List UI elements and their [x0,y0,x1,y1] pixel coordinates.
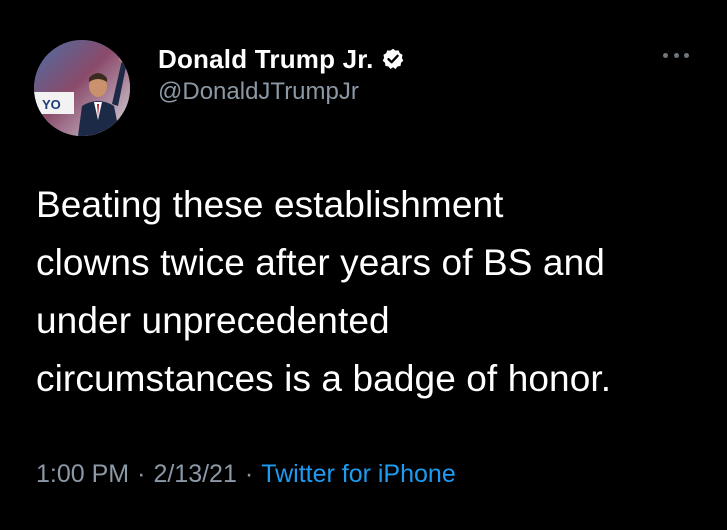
more-horizontal-icon-dot [673,52,679,58]
tweet-source-link[interactable]: Twitter for iPhone [261,460,456,488]
tweet-date[interactable]: 2/13/21 [153,460,236,488]
tweet-card: YO Donald Trump Jr. @DonaldJTrumpJr Beat… [0,0,727,530]
tweet-meta: 1:00 PM · 2/13/21 · Twitter for iPhone [36,460,456,489]
tweet-text-line: clowns twice after years of BS and [36,242,605,283]
avatar-sign-text: YO [42,97,61,112]
meta-separator: · [244,460,254,488]
more-options-button[interactable] [663,50,689,60]
more-horizontal-icon-dot [684,52,689,58]
verified-badge-icon [382,48,404,70]
meta-separator: · [137,460,146,488]
tweet-text-line: circumstances is a badge of honor. [36,358,612,399]
tweet-text-line: Beating these establishment [36,184,504,225]
avatar[interactable]: YO [34,40,130,136]
author-info: Donald Trump Jr. @DonaldJTrumpJr [158,40,404,106]
tweet-text: Beating these establishment clowns twice… [36,176,696,408]
tweet-time[interactable]: 1:00 PM [36,460,129,488]
display-name-row: Donald Trump Jr. [158,40,404,78]
user-handle[interactable]: @DonaldJTrumpJr [158,78,404,106]
display-name[interactable]: Donald Trump Jr. [158,44,374,75]
avatar-image: YO [34,40,130,136]
more-horizontal-icon [663,52,668,58]
tweet-text-line: under unprecedented [36,300,390,341]
